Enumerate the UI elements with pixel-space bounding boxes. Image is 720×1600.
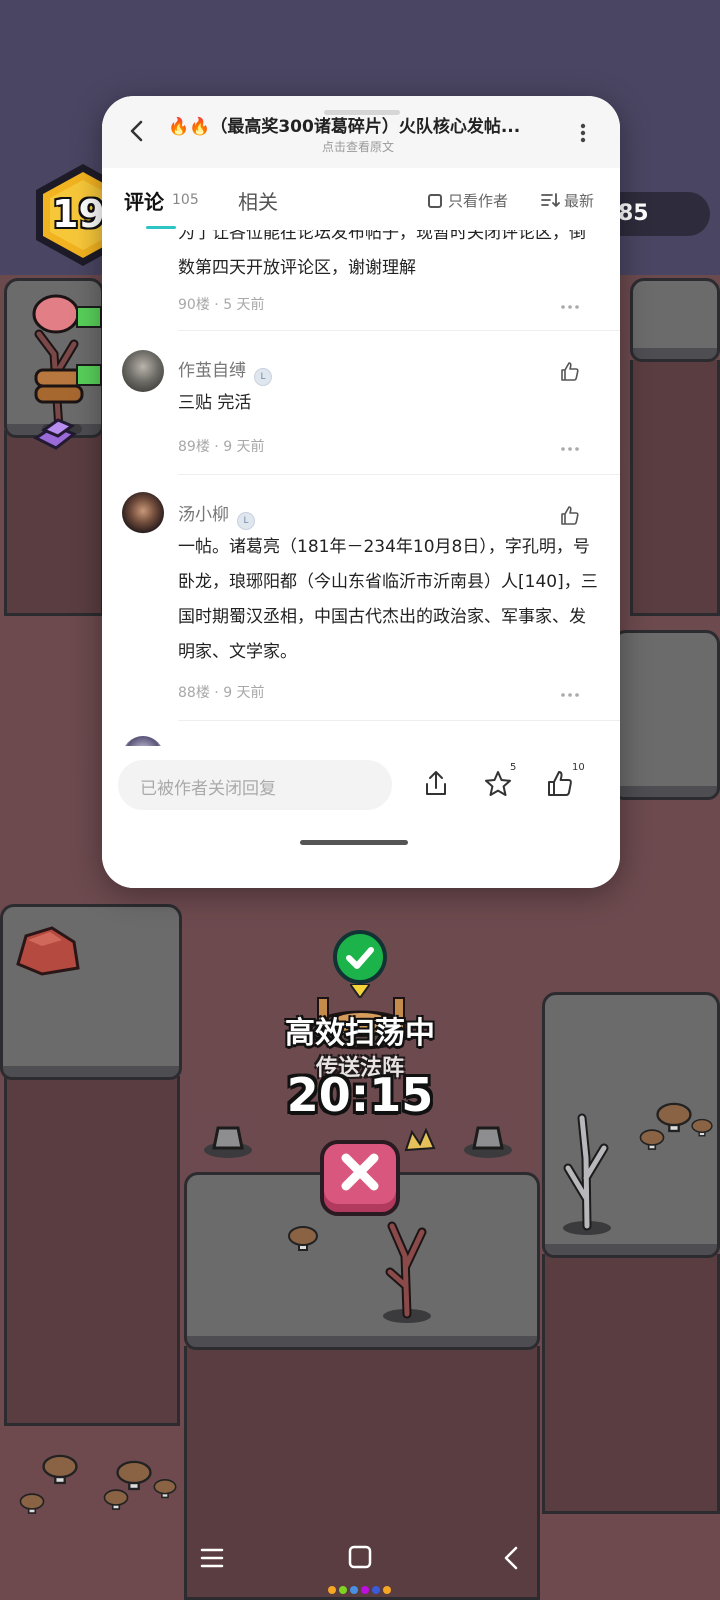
view-original-link[interactable]: 点击查看原文 (168, 138, 548, 155)
comment-user[interactable]: 汤小柳 L (178, 500, 255, 530)
home-icon[interactable] (340, 1538, 380, 1578)
level-badge-icon: L (237, 512, 255, 530)
like-icon[interactable] (558, 360, 582, 384)
tab-related[interactable]: 相关 (238, 186, 278, 215)
mushroom-icon (691, 1118, 713, 1137)
sweep-status: 高效扫荡中 (285, 1016, 435, 1051)
only-author-toggle[interactable]: 只看作者 (428, 190, 508, 211)
check-icon (346, 947, 374, 969)
divider (178, 330, 620, 331)
checkbox-icon (428, 194, 442, 208)
cliff (4, 1076, 180, 1426)
shell-icon (404, 1127, 436, 1152)
comment-floor: 89楼 (178, 439, 210, 455)
comment-text: 三贴 完活 (178, 393, 252, 413)
only-author-label: 只看作者 (448, 192, 509, 210)
mushroom-icon (42, 1454, 78, 1485)
platform (612, 630, 720, 800)
mushroom-icon (153, 1479, 177, 1499)
color-dots-icon (328, 1586, 391, 1594)
coin-count: 85 (618, 201, 649, 226)
sort-icon (541, 193, 560, 208)
progress-bar (76, 306, 102, 328)
comment-floor: 88楼 (178, 685, 210, 701)
more-icon[interactable] (568, 118, 598, 148)
more-icon[interactable] (560, 690, 580, 700)
comment-floor: 90楼 (178, 297, 210, 313)
check-button[interactable] (333, 930, 387, 984)
sort-label: 最新 (564, 192, 595, 210)
divider (178, 474, 620, 475)
sort-button[interactable]: 最新 (540, 190, 594, 211)
bottom-action-bar: 已被作者关闭回复 5 10 (102, 746, 620, 888)
mushroom-icon (288, 1226, 318, 1251)
more-icon[interactable] (560, 444, 580, 454)
nav-back-icon[interactable] (492, 1538, 532, 1578)
post-title[interactable]: 🔥🔥（最高奖300诸葛碎片）火队核心发帖... (168, 112, 548, 137)
comment-text: 一帖。诸葛亮（181年－234年10月8日），字孔明，号卧龙，琅琊阳都（今山东省… (178, 537, 598, 662)
comment-meta: 89楼 · 9 天前 (178, 439, 265, 455)
divider (178, 720, 620, 721)
cliff (4, 430, 104, 616)
comment-meta: 88楼 · 9 天前 (178, 685, 265, 701)
platform (630, 278, 720, 362)
cliff (542, 1254, 720, 1514)
rock-icon (16, 926, 80, 976)
comment-text: 为了让各位能在论坛发布帖子，现暂时关闭评论区，倒数第四天开放评论区，谢谢理解 (178, 230, 586, 278)
avatar[interactable] (122, 492, 164, 534)
star-count: 5 (510, 762, 517, 773)
gesture-bar[interactable] (300, 840, 408, 845)
comment-tabs: 评论 105 相关 只看作者 最新 (102, 168, 620, 230)
floating-window: 🔥🔥（最高奖300诸葛碎片）火队核心发帖... 点击查看原文 评论 105 相关… (102, 96, 620, 888)
comment-time: 9 天前 (223, 685, 265, 701)
comment-time: 5 天前 (223, 297, 265, 313)
stump-icon (204, 1126, 252, 1158)
stump-icon (464, 1126, 512, 1158)
tab-comments[interactable]: 评论 (124, 186, 164, 215)
mushroom-icon (103, 1489, 129, 1510)
comment-username: 汤小柳 (178, 505, 229, 525)
cliff (630, 360, 720, 616)
comment-user[interactable]: 作茧自缚 L (178, 356, 272, 386)
mushroom-icon (639, 1129, 665, 1150)
close-icon (341, 1153, 379, 1191)
comment-time: 9 天前 (223, 439, 265, 455)
mushroom-icon (19, 1493, 45, 1514)
system-navigation-bar (0, 1520, 720, 1600)
menu-icon[interactable] (192, 1538, 232, 1578)
back-icon[interactable] (122, 116, 152, 146)
crystal-icon (33, 418, 77, 450)
tab-indicator (146, 226, 176, 229)
avatar[interactable] (122, 350, 164, 392)
post-header: 🔥🔥（最高奖300诸葛碎片）火队核心发帖... 点击查看原文 (102, 96, 620, 168)
share-icon[interactable] (420, 768, 452, 800)
more-icon[interactable] (560, 302, 580, 312)
dead-tree-icon (563, 1113, 611, 1235)
progress-bar (76, 364, 102, 386)
comment-username: 作茧自缚 (178, 361, 246, 381)
tree-icon (383, 1221, 431, 1323)
level-number: 19 (52, 192, 105, 236)
reply-input[interactable]: 已被作者关闭回复 (118, 760, 392, 810)
comment-count: 105 (172, 192, 199, 208)
like-count: 10 (572, 762, 585, 773)
level-badge-icon: L (254, 368, 272, 386)
like-icon[interactable] (558, 504, 582, 528)
comment-meta: 90楼 · 5 天前 (178, 297, 265, 313)
